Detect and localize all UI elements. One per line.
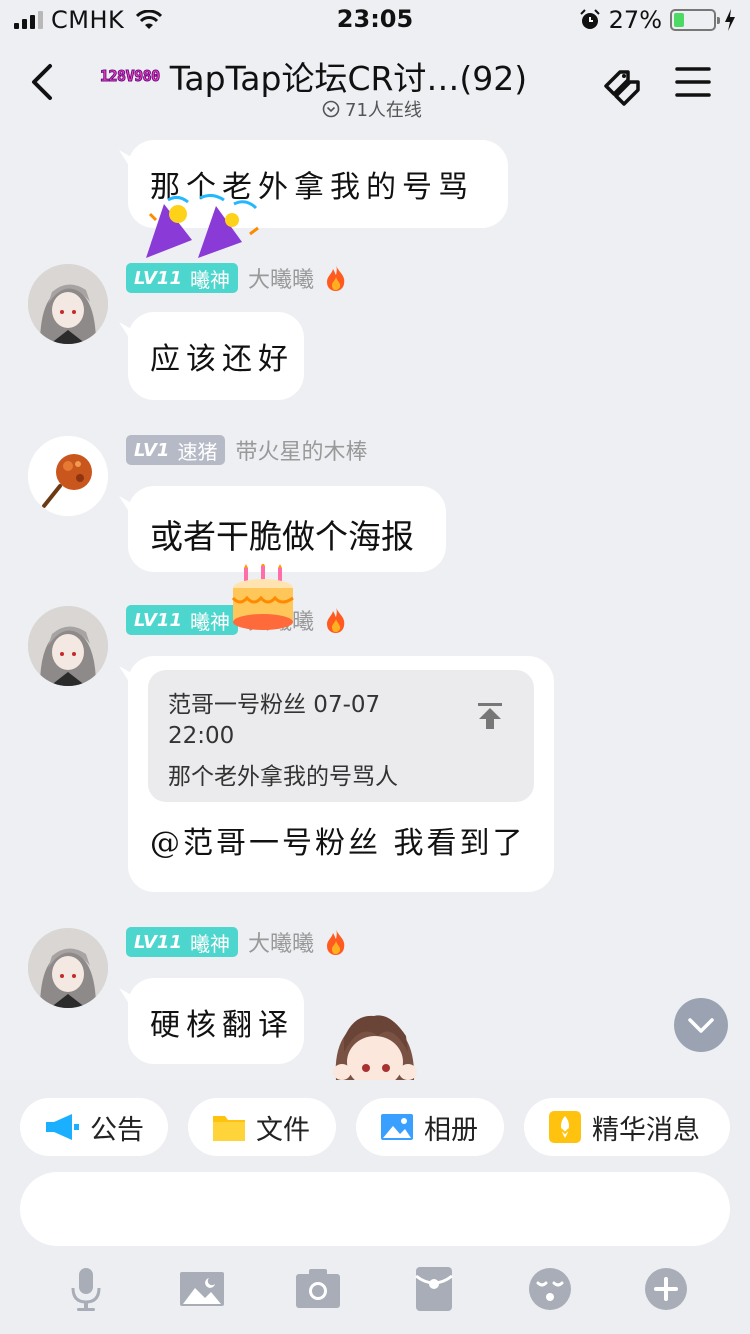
fire-icon	[327, 265, 345, 291]
level-title: 曦神	[189, 931, 230, 956]
sender-nickname[interactable]: 带火星的木棒	[235, 434, 367, 466]
chip-label: 相册	[424, 1114, 478, 1146]
announcement-button[interactable]: 公告	[20, 1098, 168, 1156]
level-number: LV1	[134, 439, 170, 461]
alarm-icon	[579, 9, 600, 29]
avatar[interactable]	[28, 436, 108, 516]
sender-meta: LV11 曦神 大曦曦	[126, 262, 348, 294]
files-button[interactable]: 文件	[188, 1098, 336, 1156]
charging-icon	[725, 9, 735, 31]
chevron-down-circle-icon	[322, 100, 340, 118]
level-number: LV11	[134, 609, 182, 631]
battery-percent: 27%	[608, 6, 662, 34]
essence-icon	[549, 1111, 581, 1143]
level-badge: LV11 曦神	[126, 605, 238, 635]
menu-icon[interactable]	[674, 64, 712, 100]
chip-label: 文件	[256, 1114, 310, 1146]
sender-meta: LV11 曦神 大曦曦	[126, 926, 348, 958]
back-button[interactable]	[28, 62, 58, 102]
level-number: LV11	[134, 267, 182, 289]
message-bubble[interactable]: 或者干脆做个海报	[128, 486, 446, 572]
level-badge: LV11 曦神	[126, 927, 238, 957]
quote-header: 范哥一号粉丝 07-07	[168, 692, 381, 718]
character-sticker	[333, 1015, 417, 1080]
chip-label: 公告	[90, 1114, 144, 1146]
chat-header: 128V980 TapTap论坛CR讨…(92) 71人在线	[0, 40, 750, 128]
level-badge: LV11 曦神	[126, 263, 238, 293]
fire-icon	[327, 929, 345, 955]
level-title: 速猪	[177, 439, 218, 464]
scroll-to-bottom-button[interactable]	[674, 998, 728, 1052]
avatar[interactable]	[28, 606, 108, 686]
microphone-icon[interactable]	[63, 1266, 109, 1312]
message-bubble[interactable]: 硬核翻译	[128, 978, 304, 1064]
message-bubble[interactable]: 应该还好	[128, 312, 304, 400]
message-text: 应该还好	[150, 342, 294, 377]
megaphone-icon	[46, 1114, 79, 1140]
fire-icon	[327, 607, 345, 633]
chevron-down-icon	[688, 1018, 714, 1033]
status-bar: CMHK 23:05 27%	[0, 0, 750, 40]
level-title: 曦神	[189, 609, 230, 634]
birthday-cake-icon	[231, 564, 294, 630]
album-button[interactable]: 相册	[356, 1098, 504, 1156]
jump-to-top-icon[interactable]	[476, 702, 504, 730]
message-list[interactable]: 那个老外拿我的号骂人 LV11 曦神 大曦曦 应该还好	[0, 128, 750, 1080]
essence-messages-button[interactable]: 精华消息	[524, 1098, 730, 1156]
image-icon[interactable]	[179, 1266, 225, 1312]
avatar[interactable]	[28, 264, 108, 344]
message-bubble[interactable]: 范哥一号粉丝 07-07 22:00 那个老外拿我的号骂人 @范哥一号粉丝 我看…	[128, 656, 554, 892]
camera-icon[interactable]	[295, 1266, 341, 1312]
battery-icon	[670, 9, 720, 31]
plus-icon[interactable]	[643, 1266, 689, 1312]
message-text: 硬核翻译	[150, 1008, 294, 1043]
sender-nickname[interactable]: 大曦曦	[248, 926, 314, 958]
emoji-icon[interactable]	[527, 1266, 573, 1312]
message-input[interactable]	[20, 1172, 730, 1246]
party-popper-sticker	[146, 194, 259, 258]
quoted-message[interactable]: 范哥一号粉丝 07-07 22:00 那个老外拿我的号骂人	[148, 670, 534, 802]
chip-label: 精华消息	[592, 1114, 700, 1146]
folder-icon	[213, 1116, 245, 1141]
group-badge: 128V980	[100, 67, 161, 86]
avatar[interactable]	[28, 928, 108, 1008]
level-badge: LV1 速猪	[126, 435, 226, 465]
input-toolbar	[0, 1266, 750, 1316]
chat-title[interactable]: TapTap论坛CR讨…(92)	[170, 52, 527, 100]
quote-text: 那个老外拿我的号骂人	[168, 764, 398, 790]
level-title: 曦神	[189, 267, 230, 292]
sender-meta: LV1 速猪 带火星的木棒	[126, 434, 367, 466]
online-count[interactable]: 71人在线	[322, 96, 422, 122]
photo-album-icon	[381, 1114, 413, 1140]
group-link-icon[interactable]	[600, 64, 648, 108]
message-text: @范哥一号粉丝 我看到了	[150, 826, 526, 861]
red-packet-icon[interactable]	[411, 1266, 457, 1312]
message-text: 或者干脆做个海报	[150, 517, 414, 556]
online-count-label: 71人在线	[345, 100, 422, 121]
quote-time: 22:00	[168, 723, 235, 749]
sender-nickname[interactable]: 大曦曦	[248, 262, 314, 294]
level-number: LV11	[134, 931, 182, 953]
shortcut-bar: 公告 文件 相册 精华消息	[20, 1098, 730, 1156]
bottom-panel: 公告 文件 相册 精华消息	[0, 1080, 750, 1334]
